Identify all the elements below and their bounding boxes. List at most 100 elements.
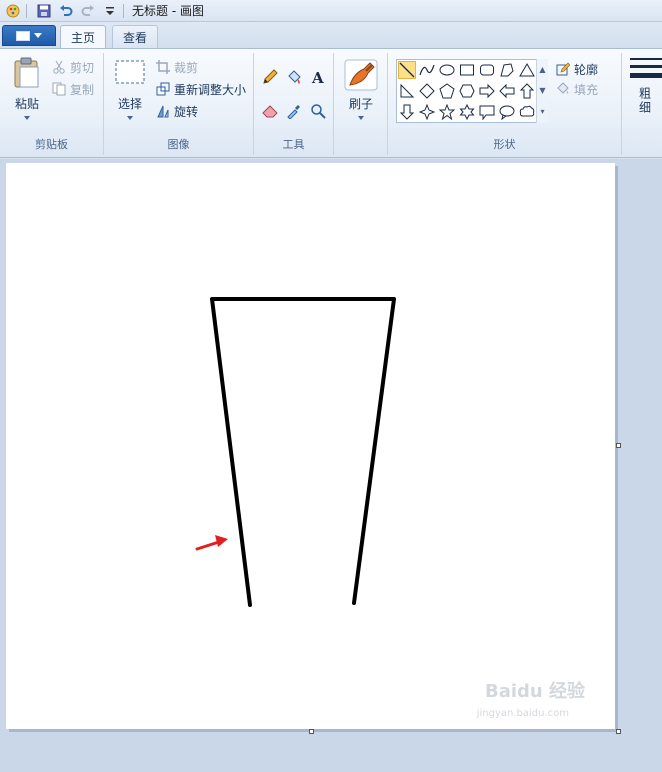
- shape-down-arrow[interactable]: [398, 103, 416, 121]
- color-picker-tool[interactable]: [284, 101, 304, 121]
- shape-four-point-star[interactable]: [418, 103, 436, 121]
- cut-label: 剪切: [70, 60, 95, 75]
- tools-group: A 工具: [254, 53, 334, 155]
- paste-icon: [14, 57, 39, 88]
- magnifier-tool[interactable]: [308, 101, 328, 121]
- select-marquee-icon: [115, 60, 145, 84]
- paint-app-icon[interactable]: [4, 2, 22, 20]
- shape-hexagon[interactable]: [458, 82, 476, 100]
- fill-button[interactable]: 填充: [556, 79, 602, 99]
- ribbon: 粘贴 剪切 复制 剪贴板 选择 裁剪 重新调整大小 旋转 图像 A 工具 刷子 …: [0, 48, 662, 158]
- rect-callout-shape-icon: [479, 105, 495, 120]
- crop-button[interactable]: 裁剪: [156, 57, 198, 77]
- magnifier-icon: [311, 104, 326, 119]
- shapes-gallery: [396, 59, 548, 123]
- toolbar-separator: [123, 3, 124, 18]
- outline-label: 轮廓: [574, 62, 599, 77]
- canvas-resize-handle-right[interactable]: [616, 443, 621, 448]
- line-shape-icon: [399, 62, 415, 78]
- size-button[interactable]: 粗细: [628, 55, 662, 115]
- shape-curve[interactable]: [418, 61, 436, 79]
- shape-rounded-rectangle[interactable]: [478, 61, 496, 79]
- app-menu-button[interactable]: [2, 25, 56, 46]
- shape-six-point-star[interactable]: [458, 103, 476, 121]
- shape-triangle[interactable]: [518, 61, 536, 79]
- window-title: 无标题 - 画图: [132, 4, 204, 18]
- redo-icon[interactable]: [79, 2, 97, 20]
- shape-five-point-star[interactable]: [438, 103, 456, 121]
- oval-shape-icon: [439, 64, 455, 76]
- paste-button[interactable]: 粘贴: [10, 57, 44, 120]
- customize-dropdown-icon[interactable]: [101, 2, 119, 20]
- line-width-icon: [630, 58, 662, 78]
- outline-button[interactable]: 轮廓: [556, 59, 602, 79]
- crop-label: 裁剪: [174, 60, 199, 75]
- red-arrow-annotation: [195, 535, 228, 551]
- shape-right-triangle[interactable]: [398, 82, 416, 100]
- image-group: 选择 裁剪 重新调整大小 旋转 图像: [104, 53, 254, 155]
- save-icon[interactable]: [35, 2, 53, 20]
- select-button[interactable]: 选择: [112, 59, 148, 120]
- scroll-down-icon[interactable]: ▼: [537, 80, 548, 101]
- eraser-tool[interactable]: [260, 101, 280, 121]
- canvas-resize-handle-corner[interactable]: [616, 729, 621, 734]
- fill-bucket-tool[interactable]: [284, 67, 304, 87]
- pencil-icon: [263, 69, 278, 84]
- svg-text:A: A: [311, 69, 324, 85]
- chevron-down-icon: [127, 116, 133, 120]
- shape-oval[interactable]: [438, 61, 456, 79]
- shape-rectangle[interactable]: [458, 61, 476, 79]
- watermark-url: jingyan.baidu.com: [476, 708, 569, 719]
- shape-diamond[interactable]: [418, 82, 436, 100]
- diamond-shape-icon: [419, 83, 435, 99]
- resize-button[interactable]: 重新调整大小: [156, 79, 246, 99]
- shape-cloud-callout[interactable]: [518, 103, 536, 121]
- pentagon-shape-icon: [439, 83, 455, 99]
- chevron-down-icon: [34, 33, 42, 38]
- shapes-group-label: 形状: [493, 138, 516, 151]
- undo-icon[interactable]: [57, 2, 75, 20]
- paint-bucket-icon: [288, 70, 301, 84]
- left-arrow-shape-icon: [499, 83, 515, 99]
- shape-right-arrow[interactable]: [478, 82, 496, 100]
- shape-polygon[interactable]: [498, 61, 516, 79]
- triangle-shape-icon: [519, 63, 535, 77]
- text-tool[interactable]: A: [308, 67, 328, 87]
- rotate-icon: [157, 105, 169, 118]
- tab-home[interactable]: 主页: [60, 25, 107, 49]
- rotate-button[interactable]: 旋转: [156, 101, 202, 121]
- drawing-layer: [195, 297, 396, 607]
- fill-label: 填充: [574, 82, 599, 97]
- select-label: 选择: [117, 97, 142, 111]
- chevron-down-icon: [358, 116, 364, 120]
- pencil-tool[interactable]: [260, 67, 280, 87]
- rectangle-shape-icon: [460, 64, 474, 76]
- tab-view[interactable]: 查看: [112, 25, 159, 48]
- outline-pencil-icon: [556, 62, 570, 76]
- brushes-label: 刷子: [348, 97, 373, 111]
- watermark-brand: Baidu 经验: [484, 681, 585, 702]
- shape-oval-callout[interactable]: [498, 103, 516, 121]
- gallery-expand-icon[interactable]: ▾: [537, 101, 548, 122]
- scroll-up-icon[interactable]: ▲: [537, 59, 548, 80]
- shapes-gallery-scroller[interactable]: ▲ ▼ ▾: [536, 59, 548, 123]
- canvas-resize-handle-bottom[interactable]: [309, 729, 314, 734]
- shape-pentagon[interactable]: [438, 82, 456, 100]
- toolbar-separator: [26, 3, 27, 18]
- shape-left-arrow[interactable]: [498, 82, 516, 100]
- rounded-rectangle-shape-icon: [480, 64, 494, 76]
- five-point-star-shape-icon: [439, 104, 455, 120]
- tools-group-label: 工具: [282, 138, 305, 151]
- curve-shape-icon: [419, 64, 435, 76]
- brushes-group: 刷子: [334, 53, 388, 155]
- copy-button[interactable]: 复制: [52, 79, 94, 99]
- up-arrow-shape-icon: [519, 83, 535, 99]
- shape-line[interactable]: [398, 61, 416, 79]
- shape-rect-callout[interactable]: [478, 103, 496, 121]
- brushes-button[interactable]: 刷子: [342, 59, 380, 120]
- paste-label: 粘贴: [14, 97, 39, 111]
- drawing-canvas[interactable]: Baidu 经验 jingyan.baidu.com: [6, 163, 615, 729]
- shape-up-arrow[interactable]: [518, 82, 536, 100]
- size-label: 粗细: [637, 87, 652, 115]
- cut-button[interactable]: 剪切: [52, 57, 94, 77]
